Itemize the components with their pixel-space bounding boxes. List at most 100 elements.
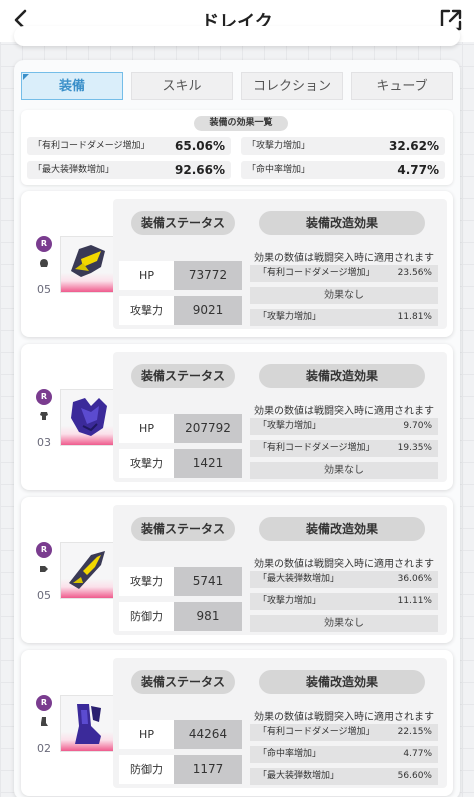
mod-label: 装備改造効果 [259,211,425,235]
tab-collection[interactable]: コレクション [241,72,343,100]
equipment-image [60,236,114,293]
mod-label: 装備改造効果 [259,364,425,388]
equipment-level: 05 [37,283,51,296]
mod-value: 11.11% [397,596,432,606]
previous-card-edge [14,26,460,46]
stat-label: 防御力 [119,602,174,631]
equipment-image [60,542,114,599]
mod-label: 装備改造効果 [259,670,425,694]
stat-value: 1421 [174,449,242,478]
armor-icon [71,398,107,436]
mod-row: 「攻撃力増加」 11.11% [250,593,438,610]
body-slot-icon [40,412,48,420]
equipment-image [60,389,114,446]
arm-slot-icon [40,566,48,572]
mod-name: 「有利コードダメージ増加」 [258,727,375,737]
stat-value: 44264 [174,720,242,749]
stat-label: HP [119,261,174,290]
summary-effect-name: 「最大装弾数増加」 [33,165,115,175]
mod-name: 「有利コードダメージ増加」 [258,443,375,453]
mod-value: 36.06% [397,574,432,584]
equipment-level: 05 [37,589,51,602]
mod-name: 「命中率増加」 [258,749,322,759]
stat-value: 9021 [174,296,242,325]
mod-name: 「攻撃力増加」 [258,421,322,431]
status-label: 装備ステータス [131,364,235,388]
mod-note: 効果の数値は戦闘突入時に適用されます [254,253,434,264]
mod-row: 「最大装弾数増加」 56.60% [250,768,438,785]
mod-row: 「攻撃力増加」 9.70% [250,418,438,435]
mod-value: 9.70% [403,421,432,431]
status-label: 装備ステータス [131,211,235,235]
stat-label: HP [119,720,174,749]
mod-note: 効果の数値は戦闘突入時に適用されます [254,712,434,723]
mod-row: 「有利コードダメージ増加」 19.35% [250,440,438,457]
boots-icon [75,704,101,744]
mod-row: 効果なし [250,287,438,304]
stat-value: 981 [174,602,242,631]
mod-row: 効果なし [250,615,438,632]
rarity-badge-icon: R [36,695,52,711]
mod-row: 「有利コードダメージ増加」 23.56% [250,265,438,282]
mod-note: 効果の数値は戦闘突入時に適用されます [254,559,434,570]
mod-row: 「命中率増加」 4.77% [250,746,438,763]
mod-note: 効果の数値は戦闘突入時に適用されます [254,406,434,417]
gauntlet-icon [69,551,105,589]
mod-label: 装備改造効果 [259,517,425,541]
mod-name: 「有利コードダメージ増加」 [258,268,375,278]
mod-row: 「攻撃力増加」 11.81% [250,309,438,326]
summary-row: 「命中率増加」 4.77% [241,161,445,179]
mod-none: 効果なし [324,290,364,301]
summary-effect-name: 「命中率増加」 [247,165,311,175]
stat-label: HP [119,414,174,443]
summary-effect-value: 65.06% [175,139,225,153]
rarity-badge-icon: R [36,236,52,252]
stat-label: 攻撃力 [119,296,174,325]
mod-value: 19.35% [397,443,432,453]
summary-effect-value: 32.62% [389,139,439,153]
mod-name: 「攻撃力増加」 [258,312,322,322]
stat-label: 防御力 [119,755,174,784]
equipment-card-leg[interactable]: R 02 装備ステータス 装備改造効果 HP 44264 防御力 1177 効果… [21,650,453,796]
mod-row: 「有利コードダメージ増加」 22.15% [250,724,438,741]
mod-name: 「最大装弾数増加」 [258,771,340,781]
status-label: 装備ステータス [131,670,235,694]
summary-row: 「最大装弾数増加」 92.66% [27,161,231,179]
rarity-badge-icon: R [36,542,52,558]
effect-summary: 装備の効果一覧 「有利コードダメージ増加」 65.06% 「攻撃力増加」 32.… [21,110,453,185]
equipment-level: 03 [37,436,51,449]
stat-label: 攻撃力 [119,449,174,478]
head-slot-icon [40,259,48,267]
leg-slot-icon [41,717,48,726]
mod-value: 22.15% [397,727,432,737]
summary-effect-value: 4.77% [397,163,439,177]
status-label: 装備ステータス [131,517,235,541]
summary-row: 「攻撃力増加」 32.62% [241,137,445,155]
equipment-card-arm[interactable]: R 05 装備ステータス 装備改造効果 攻撃力 5741 防御力 981 効果の… [21,497,453,643]
stat-label: 攻撃力 [119,567,174,596]
tab-cube[interactable]: キューブ [351,72,453,100]
mod-value: 11.81% [397,312,432,322]
mod-none: 効果なし [324,465,364,476]
tab-skill[interactable]: スキル [131,72,233,100]
mod-row: 効果なし [250,462,438,479]
equipment-card-body[interactable]: R 03 装備ステータス 装備改造効果 HP 207792 攻撃力 1421 効… [21,344,453,490]
rarity-badge-icon: R [36,389,52,405]
mod-value: 23.56% [397,268,432,278]
stat-value: 1177 [174,755,242,784]
mod-value: 56.60% [397,771,432,781]
equipment-image [60,695,114,752]
summary-effect-value: 92.66% [175,163,225,177]
summary-effect-name: 「攻撃力増加」 [247,141,311,151]
mod-name: 「最大装弾数増加」 [258,574,340,584]
stat-value: 73772 [174,261,242,290]
tab-equipment[interactable]: 装備 [21,72,123,100]
mod-row: 「最大装弾数増加」 36.06% [250,571,438,588]
stat-value: 207792 [174,414,242,443]
summary-title: 装備の効果一覧 [194,116,288,131]
equipment-level: 02 [37,742,51,755]
stat-value: 5741 [174,567,242,596]
summary-effect-name: 「有利コードダメージ増加」 [33,141,150,151]
mod-name: 「攻撃力増加」 [258,596,322,606]
equipment-card-head[interactable]: R 05 装備ステータス 装備改造効果 HP 73772 攻撃力 9021 効果… [21,191,453,337]
